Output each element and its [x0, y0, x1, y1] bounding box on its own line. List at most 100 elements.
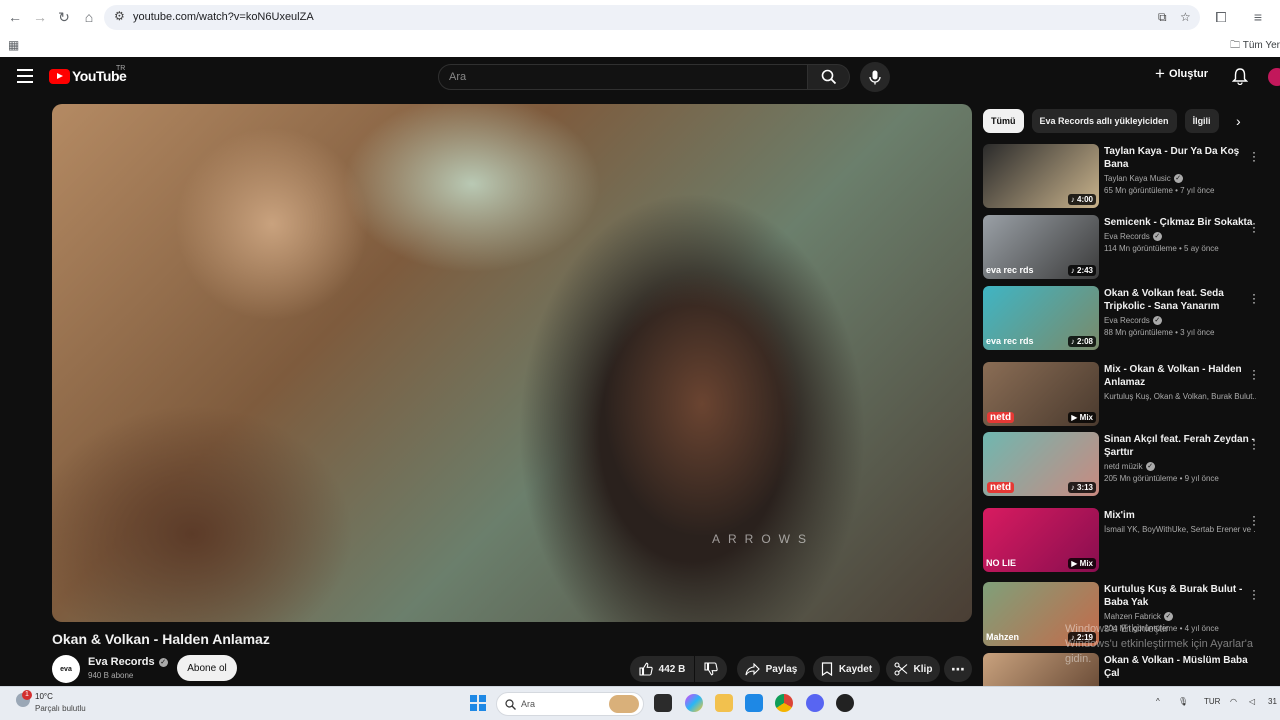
- video-thumbnail[interactable]: netd ♪ 3:13: [983, 432, 1099, 496]
- search-highlight-icon: [609, 695, 639, 713]
- chip-from-uploader[interactable]: Eva Records adlı yükleyiciden: [1031, 109, 1177, 133]
- wifi-icon[interactable]: ◠: [1230, 697, 1237, 706]
- voice-search-button[interactable]: [860, 62, 890, 92]
- more-options-icon[interactable]: · · ·: [1251, 584, 1257, 604]
- recommendation-info: Mix'im İsmail YK, BoyWithUke, Sertab Eren…: [1104, 509, 1256, 534]
- bookmark-folder[interactable]: 🗀 Tüm Yer: [1230, 38, 1280, 55]
- thumbnail-logo-tag: NO LIE: [986, 558, 1017, 568]
- video-thumbnail[interactable]: eva rec rds ♪ 2:43: [983, 215, 1099, 279]
- recommendation-channel[interactable]: Taylan Kaya Music ✓: [1104, 174, 1256, 183]
- home-icon[interactable]: ⌂: [80, 8, 98, 26]
- recommendation-item[interactable]: eva rec rds ♪ 2:43 Semicenk - Çıkmaz Bir S…: [983, 215, 1273, 281]
- search-input[interactable]: Ara: [438, 64, 808, 90]
- thumbs-down-icon: [704, 662, 718, 676]
- more-options-icon[interactable]: · · ·: [1251, 288, 1257, 308]
- recommendation-channel-name: Mahzen Fabrick: [1104, 612, 1161, 621]
- chip-related[interactable]: İlgili: [1184, 109, 1219, 133]
- app-icon[interactable]: [836, 694, 854, 712]
- chrome-icon[interactable]: [775, 694, 793, 712]
- account-avatar[interactable]: [1268, 68, 1280, 86]
- recommendation-item[interactable]: ♪ 4:00 Taylan Kaya - Dur Ya Da Koş Bana Ta…: [983, 144, 1273, 210]
- more-options-icon[interactable]: · · ·: [1251, 146, 1257, 166]
- recommendation-channel[interactable]: Eva Records ✓: [1104, 232, 1256, 241]
- scissors-icon: [893, 662, 907, 676]
- tray-chevron-up-icon[interactable]: ^: [1156, 697, 1160, 706]
- address-bar[interactable]: ⚙ youtube.com/watch?v=koN6UxeulZA ⧉ ☆: [104, 5, 1200, 30]
- recommendation-item[interactable]: NO LIE ▶ Mix Mix'im İsmail YK, BoyWithUke, …: [983, 508, 1273, 574]
- video-player[interactable]: ARROWS: [52, 104, 972, 622]
- recommendation-title[interactable]: Kurtuluş Kuş & Burak Bulut - Baba Yak: [1104, 583, 1256, 609]
- more-options-icon[interactable]: · · ·: [1251, 364, 1257, 384]
- recommendation-title[interactable]: Semicenk - Çıkmaz Bir Sokakta: [1104, 216, 1256, 229]
- url-text: youtube.com/watch?v=koN6UxeulZA: [133, 11, 314, 23]
- video-thumbnail[interactable]: NO LIE ▶ Mix: [983, 508, 1099, 572]
- more-options-icon[interactable]: · · ·: [1251, 510, 1257, 530]
- channel-avatar-text: eva: [60, 665, 72, 673]
- extensions-icon[interactable]: ⧠: [1212, 8, 1230, 26]
- recommendation-title[interactable]: Okan & Volkan feat. Seda Tripkolic - San…: [1104, 287, 1256, 313]
- video-thumbnail[interactable]: ♪ 4:00: [983, 144, 1099, 208]
- windows-start-icon[interactable]: [470, 695, 486, 711]
- channel-name-text: Eva Records: [88, 656, 155, 668]
- apps-grid-icon[interactable]: ▦: [8, 38, 19, 52]
- verified-check-icon: ✓: [158, 657, 168, 667]
- youtube-logo[interactable]: YouTube TR: [49, 65, 127, 84]
- create-button[interactable]: + Oluştur: [1155, 65, 1208, 82]
- video-thumbnail[interactable]: eva rec rds ♪ 2:08: [983, 286, 1099, 350]
- copilot-icon[interactable]: [685, 694, 703, 712]
- clip-button[interactable]: Klip: [886, 656, 940, 682]
- dislike-button[interactable]: [695, 656, 727, 682]
- filter-chips: Tümü Eva Records adlı yükleyiciden İlgil…: [983, 109, 1219, 133]
- reading-list-icon[interactable]: ≡: [1249, 8, 1267, 26]
- forward-icon[interactable]: →: [31, 8, 49, 26]
- video-watermark: ARROWS: [712, 532, 814, 546]
- channel-name[interactable]: Eva Records ✓: [88, 656, 168, 668]
- bookmark-star-icon[interactable]: ☆: [1180, 10, 1191, 24]
- recommendation-title[interactable]: Taylan Kaya - Dur Ya Da Koş Bana: [1104, 145, 1256, 171]
- subscribe-button[interactable]: Abone ol: [177, 655, 237, 681]
- recommendation-channel[interactable]: İsmail YK, BoyWithUke, Sertab Erener ve …: [1104, 525, 1256, 534]
- recommendation-title[interactable]: Sinan Akçıl feat. Ferah Zeydan - Şarttır: [1104, 433, 1256, 459]
- back-icon[interactable]: ←: [6, 8, 24, 26]
- recommendation-title[interactable]: Mix - Okan & Volkan - Halden Anlamaz: [1104, 363, 1256, 389]
- recommendation-title[interactable]: Mix'im: [1104, 509, 1256, 522]
- recommendation-channel[interactable]: Kurtuluş Kuş, Okan & Volkan, Burak Bulut…: [1104, 392, 1256, 401]
- chip-all[interactable]: Tümü: [983, 109, 1024, 133]
- chevron-right-icon[interactable]: ›: [1236, 113, 1241, 129]
- microphone-tray-icon[interactable]: 🎙: [1178, 697, 1188, 706]
- task-view-icon[interactable]: [654, 694, 672, 712]
- recommendation-channel[interactable]: netd müzik ✓: [1104, 462, 1256, 471]
- more-options-icon[interactable]: · · ·: [1251, 217, 1257, 237]
- discord-icon[interactable]: [806, 694, 824, 712]
- clip-label: Klip: [913, 663, 933, 675]
- recommendation-info: Semicenk - Çıkmaz Bir Sokakta Eva Records…: [1104, 216, 1256, 253]
- recommendation-item[interactable]: eva rec rds ♪ 2:08 Okan & Volkan feat. Sed…: [983, 286, 1273, 352]
- clock[interactable]: 31: [1268, 697, 1277, 706]
- hamburger-menu-icon[interactable]: [17, 69, 33, 83]
- save-button[interactable]: Kaydet: [813, 656, 880, 682]
- share-button[interactable]: Paylaş: [737, 656, 805, 682]
- taskbar-search-input[interactable]: Ara: [496, 692, 644, 716]
- channel-avatar[interactable]: eva: [52, 655, 80, 683]
- language-indicator[interactable]: TUR: [1204, 697, 1220, 706]
- recommendation-channel[interactable]: Mahzen Fabrick ✓: [1104, 612, 1256, 621]
- install-icon[interactable]: ⧉: [1158, 10, 1167, 25]
- site-info-icon[interactable]: ⚙: [114, 9, 125, 23]
- volume-icon[interactable]: ◁: [1249, 697, 1255, 706]
- recommendation-channel[interactable]: Eva Records ✓: [1104, 316, 1256, 325]
- more-options-icon[interactable]: · · ·: [1251, 434, 1257, 454]
- file-explorer-icon[interactable]: [715, 694, 733, 712]
- recommendation-item[interactable]: netd ♪ 3:13 Sinan Akçıl feat. Ferah Zeydan…: [983, 432, 1273, 498]
- bookmark-icon: [821, 662, 832, 676]
- search-button[interactable]: [808, 64, 850, 90]
- recommendation-item[interactable]: netd ▶ Mix Mix - Okan & Volkan - Halden An…: [983, 362, 1273, 428]
- store-icon[interactable]: [745, 694, 763, 712]
- recommendation-info: Sinan Akçıl feat. Ferah Zeydan - Şarttır…: [1104, 433, 1256, 483]
- notifications-bell-icon[interactable]: [1231, 68, 1249, 90]
- like-button[interactable]: 442 B: [630, 656, 694, 682]
- reload-icon[interactable]: ↻: [55, 8, 73, 26]
- windows-taskbar: 1 10°C Parçalı bulutlu Ara ^ 🎙 TUR ◠ ◁ 3…: [0, 686, 1280, 720]
- video-thumbnail[interactable]: netd ▶ Mix: [983, 362, 1099, 426]
- verified-check-icon: ✓: [1152, 232, 1162, 241]
- more-actions-icon[interactable]: ⋯: [944, 656, 972, 682]
